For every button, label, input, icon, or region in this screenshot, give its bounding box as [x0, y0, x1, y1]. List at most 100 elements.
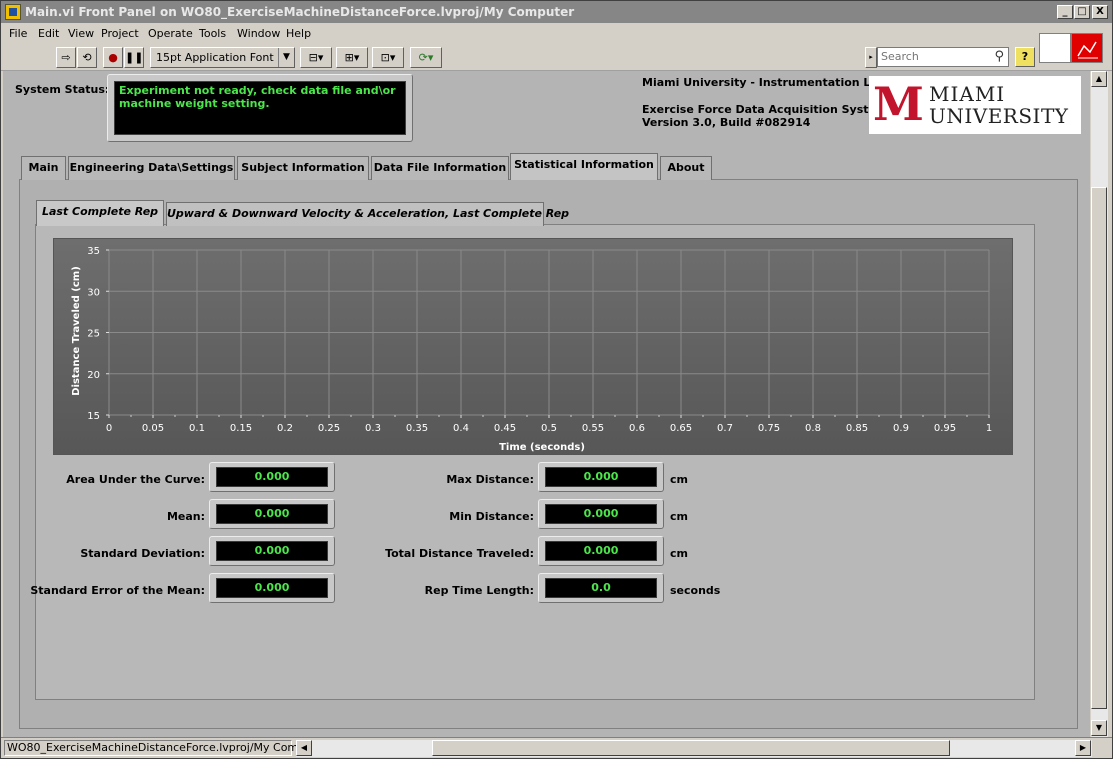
tab-statistical-information[interactable]: Statistical Information [510, 153, 658, 180]
x-tick-label: 0.75 [758, 423, 780, 434]
stat-value-min-distance: 0.000 [545, 504, 657, 524]
stat-indicator-min-distance: 0.000 [538, 499, 664, 529]
vertical-scrollbar[interactable]: ▲ ▼ [1091, 71, 1108, 737]
x-tick-label: 0.55 [582, 423, 604, 434]
run-arrow-icon[interactable]: ⇨ [56, 47, 76, 68]
subtab-last-complete-rep[interactable]: Last Complete Rep [36, 200, 164, 226]
scroll-left-icon[interactable]: ◀ [296, 740, 312, 756]
stat-value-rep-time: 0.0 [545, 578, 657, 598]
status-bar: WO80_ExerciseMachineDistanceForce.lvproj… [1, 737, 1112, 758]
stat-indicator-max-distance: 0.000 [538, 462, 664, 492]
x-tick-label: 0 [106, 423, 112, 434]
project-path: WO80_ExerciseMachineDistanceForce.lvproj… [4, 740, 328, 756]
labview-icon [5, 4, 21, 20]
menu-project[interactable]: Project [101, 27, 139, 40]
x-axis-label: Time (seconds) [499, 442, 585, 453]
stat-unit-min-distance: cm [670, 510, 688, 523]
abort-icon[interactable]: ● [103, 47, 123, 68]
pause-icon[interactable]: ❚❚ [124, 47, 144, 68]
stat-value-total-distance: 0.000 [545, 541, 657, 561]
y-axis-label: Distance Traveled (cm) [71, 266, 82, 396]
distance-chart-svg: 0 0.05 0.1 0.15 0.2 0.25 0.3 0.35 0.4 0.45 0.5 0.55… [54, 239, 1012, 454]
x-tick-label: 0.85 [846, 423, 868, 434]
menu-help[interactable]: Help [286, 27, 311, 40]
search-expand-icon[interactable]: ▸ [865, 47, 877, 68]
resize-objects-icon[interactable]: ⊡▾ [372, 47, 404, 68]
stat-unit-max-distance: cm [670, 473, 688, 486]
reorder-icon[interactable]: ⟳▾ [410, 47, 442, 68]
miami-university-logo: M MIAMI UNIVERSITY [869, 76, 1081, 134]
logo-line1: MIAMI [929, 82, 1006, 106]
vi-icon-blank [1039, 33, 1071, 63]
menu-edit[interactable]: Edit [38, 27, 59, 40]
stat-indicator-mean: 0.000 [209, 499, 335, 529]
menu-window[interactable]: Window [237, 27, 280, 40]
x-tick-label: 0.65 [670, 423, 692, 434]
system-status-indicator: Experiment not ready, check data file an… [107, 74, 413, 142]
vertical-scroll-thumb[interactable] [1091, 187, 1107, 709]
stat-unit-rep-time: seconds [670, 584, 721, 597]
tab-main[interactable]: Main [21, 156, 66, 180]
stat-value-mean: 0.000 [216, 504, 328, 524]
minimize-button[interactable]: _ [1057, 5, 1073, 19]
y-tick-label: 25 [87, 329, 100, 340]
x-tick-label: 0.05 [142, 423, 164, 434]
stat-indicator-std-dev: 0.000 [209, 536, 335, 566]
menu-file[interactable]: File [9, 27, 27, 40]
stat-indicator-area: 0.000 [209, 462, 335, 492]
stat-label-sem: Standard Error of the Mean: [30, 584, 205, 597]
version-text: Version 3.0, Build #082914 [642, 116, 811, 129]
menu-operate[interactable]: Operate [148, 27, 193, 40]
logo-mark: M [873, 77, 924, 131]
system-name: Exercise Force Data Acquisition System [642, 103, 888, 116]
horizontal-scroll-thumb[interactable] [432, 740, 950, 756]
search-icon[interactable]: ⚲ [994, 48, 1004, 66]
tab-about[interactable]: About [660, 156, 712, 180]
system-status-text: Experiment not ready, check data file an… [114, 81, 406, 135]
stat-indicator-total-distance: 0.000 [538, 536, 664, 566]
stat-label-max-distance: Max Distance: [446, 473, 534, 486]
run-continuously-icon[interactable]: ⟲ [77, 47, 97, 68]
tab-data-file-information[interactable]: Data File Information [371, 156, 509, 180]
x-tick-label: 0.45 [494, 423, 516, 434]
distribute-objects-icon[interactable]: ⊞▾ [336, 47, 368, 68]
maximize-button[interactable]: □ [1074, 5, 1090, 19]
search-box[interactable]: ⚲ [877, 47, 1009, 67]
scroll-down-icon[interactable]: ▼ [1091, 720, 1107, 736]
subtab-velocity-acceleration[interactable]: Upward & Downward Velocity & Acceleratio… [166, 202, 569, 226]
search-input[interactable] [881, 48, 981, 65]
x-tick-label: 0.4 [453, 423, 469, 434]
x-tick-label: 0.95 [934, 423, 956, 434]
window-title: Main.vi Front Panel on WO80_ExerciseMach… [25, 5, 575, 19]
x-tick-label: 0.35 [406, 423, 428, 434]
stat-unit-total-distance: cm [670, 547, 688, 560]
x-tick-label: 0.7 [717, 423, 733, 434]
y-tick-label: 30 [87, 287, 100, 298]
menu-tools[interactable]: Tools [199, 27, 226, 40]
title-bar: Main.vi Front Panel on WO80_ExerciseMach… [1, 1, 1112, 23]
x-tick-label: 0.5 [541, 423, 557, 434]
stat-indicator-rep-time: 0.0 [538, 573, 664, 603]
y-tick-label: 15 [87, 411, 100, 422]
scroll-up-icon[interactable]: ▲ [1091, 71, 1107, 87]
logo-line2: UNIVERSITY [929, 104, 1069, 128]
tab-engineering-data-settings[interactable]: Engineering Data\Settings [68, 156, 235, 180]
stat-value-sem: 0.000 [216, 578, 328, 598]
menu-view[interactable]: View [68, 27, 94, 40]
x-tick-label: 1 [986, 423, 992, 434]
font-selector[interactable]: 15pt Application Font ▼ [150, 47, 295, 68]
help-button[interactable]: ? [1015, 47, 1035, 67]
close-button[interactable]: X [1092, 5, 1108, 19]
horizontal-scrollbar[interactable]: ◀ ▶ [296, 740, 1092, 757]
x-tick-label: 0.15 [230, 423, 252, 434]
tab-subject-information[interactable]: Subject Information [237, 156, 369, 180]
stat-label-min-distance: Min Distance: [449, 510, 534, 523]
stat-value-max-distance: 0.000 [545, 467, 657, 487]
lab-name: Miami University - Instrumentation Lab [642, 76, 886, 89]
distance-chart: 0 0.05 0.1 0.15 0.2 0.25 0.3 0.35 0.4 0.45 0.5 0.55… [53, 238, 1013, 455]
x-tick-label: 0.8 [805, 423, 821, 434]
scroll-right-icon[interactable]: ▶ [1075, 740, 1091, 756]
align-objects-icon[interactable]: ⊟▾ [300, 47, 332, 68]
y-tick-label: 35 [87, 246, 100, 257]
x-tick-label: 0.3 [365, 423, 381, 434]
